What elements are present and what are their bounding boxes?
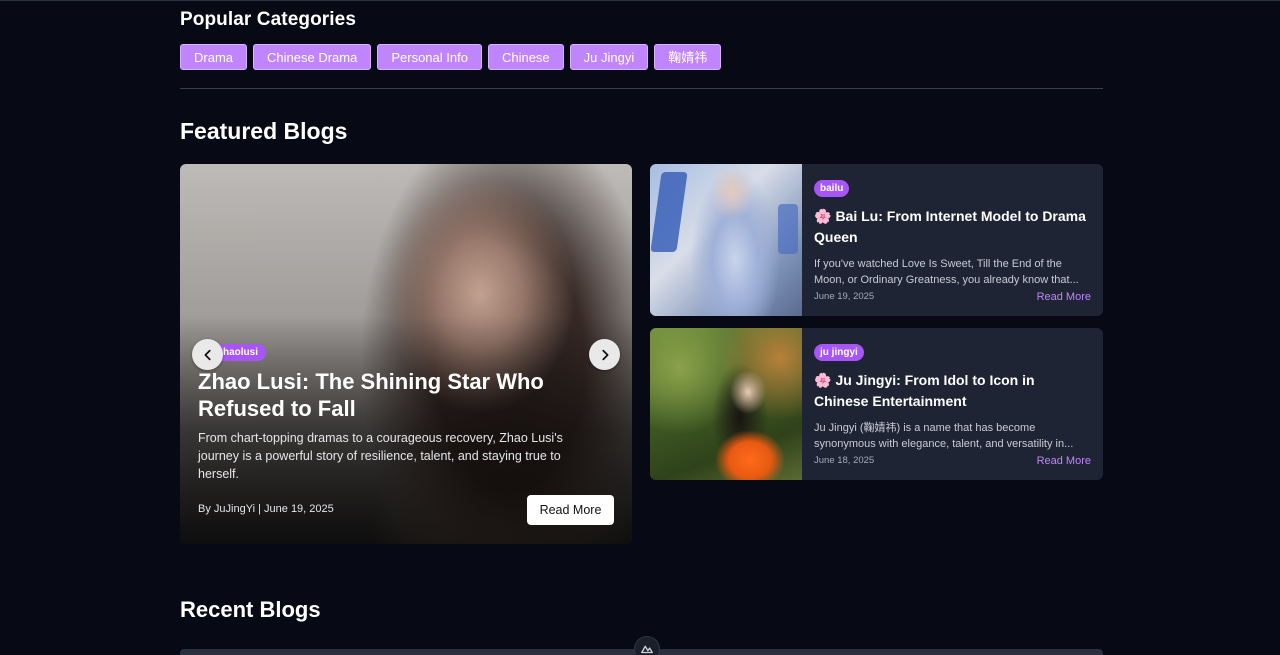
tag-ju-jingyi-chinese[interactable]: 鞠婧祎 <box>654 44 722 70</box>
blog-card-date: June 18, 2025 <box>814 455 875 466</box>
carousel-prev-button[interactable] <box>192 339 223 370</box>
chevron-right-icon <box>601 349 608 360</box>
hero-read-more-button[interactable]: Read More <box>527 495 614 525</box>
nuxt-devtools-icon[interactable] <box>634 636 660 655</box>
tag-chinese-drama[interactable]: Chinese Drama <box>253 44 372 70</box>
mountain-logo-icon <box>641 645 653 654</box>
blog-card-read-more-link[interactable]: Read More <box>1037 455 1091 467</box>
blog-card-badge: ju jingyi <box>814 344 864 361</box>
carousel-next-button[interactable] <box>589 339 620 370</box>
top-border <box>0 0 1280 1</box>
category-tags: Drama Chinese Drama Personal Info Chines… <box>180 44 1103 70</box>
blog-card-title[interactable]: 🌸 Ju Jingyi: From Idol to Icon in Chinese… <box>814 370 1091 412</box>
blog-card-image <box>650 328 802 480</box>
blog-card-title-text: Ju Jingyi: From Idol to Icon in Chinese … <box>814 372 1035 409</box>
section-divider <box>180 88 1103 89</box>
blog-card-description: Ju Jingyi (鞠婧祎) is a name that has becom… <box>814 422 1074 450</box>
hero-author-date: By JuJingYi | June 19, 2025 <box>198 503 334 515</box>
hero-featured-card[interactable]: zhaolusi Zhao Lusi: The Shining Star Who… <box>180 164 632 544</box>
blog-card-title[interactable]: 🌸 Bai Lu: From Internet Model to Drama Qu… <box>814 206 1091 248</box>
popular-categories-heading: Popular Categories <box>180 9 357 30</box>
cherry-blossom-icon: 🌸 <box>814 372 832 388</box>
recent-blogs-heading: Recent Blogs <box>180 597 321 622</box>
tag-drama[interactable]: Drama <box>180 44 248 70</box>
blog-card-date: June 19, 2025 <box>814 291 875 302</box>
tag-chinese[interactable]: Chinese <box>487 44 564 70</box>
blog-card-badge: bailu <box>814 180 850 197</box>
blog-card-image <box>650 164 802 316</box>
tag-personal-info[interactable]: Personal Info <box>377 44 482 70</box>
cherry-blossom-icon: 🌸 <box>814 208 832 224</box>
blog-card-title-text: Bai Lu: From Internet Model to Drama Que… <box>814 208 1086 245</box>
hero-description: From chart-topping dramas to a courageou… <box>198 431 563 481</box>
hero-title[interactable]: Zhao Lusi: The Shining Star Who Refused … <box>198 368 598 422</box>
blog-card-description: If you've watched Love Is Sweet, Till th… <box>814 258 1079 286</box>
tag-ju-jingyi[interactable]: Ju Jingyi <box>569 44 649 70</box>
chevron-left-icon <box>204 349 211 360</box>
blog-card-jujingyi[interactable]: ju jingyi 🌸 Ju Jingyi: From Idol to Icon … <box>650 328 1103 480</box>
blog-card-bailu[interactable]: bailu 🌸 Bai Lu: From Internet Model to Dr… <box>650 164 1103 316</box>
blog-card-read-more-link[interactable]: Read More <box>1037 291 1091 303</box>
featured-blogs-heading: Featured Blogs <box>180 118 348 144</box>
